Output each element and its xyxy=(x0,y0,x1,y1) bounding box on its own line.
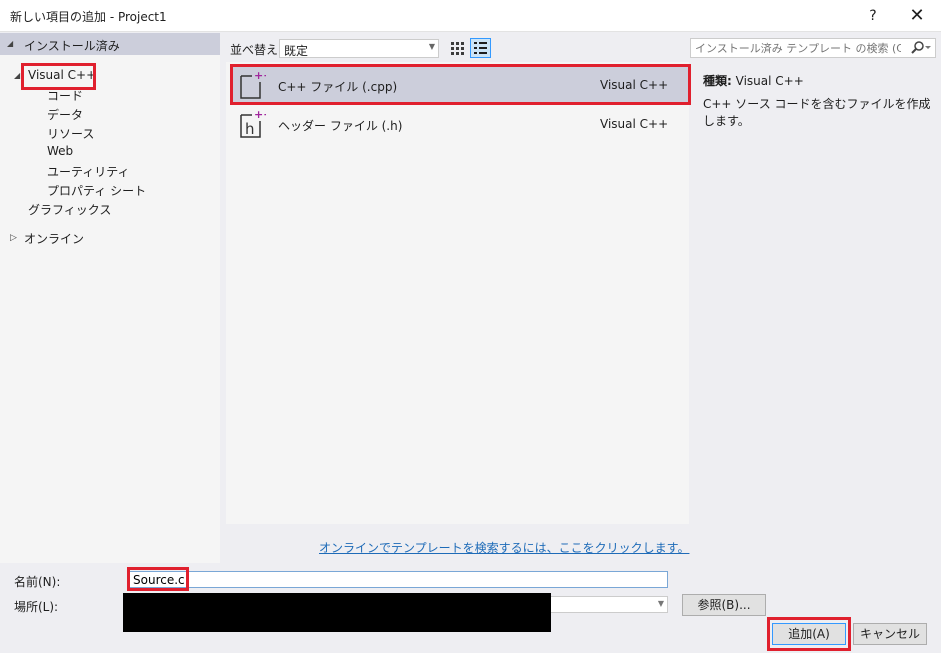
online-search-link[interactable]: オンラインでテンプレートを検索するには、ここをクリックします。 xyxy=(319,539,689,556)
template-list: ++ C++ ファイル (.cpp) Visual C++ h ++ ヘッダー … xyxy=(226,62,691,524)
close-button[interactable]: ✕ xyxy=(900,2,934,30)
search-icon[interactable] xyxy=(907,40,931,56)
expand-down-icon[interactable]: ◢ xyxy=(7,39,13,48)
tree-item-data[interactable]: データ xyxy=(47,106,83,123)
tree-item-online[interactable]: オンライン xyxy=(24,230,84,247)
tree-item-label: インストール済み xyxy=(24,39,120,53)
template-search[interactable] xyxy=(690,38,936,58)
list-view-icon xyxy=(474,42,487,54)
tree-item-web[interactable]: Web xyxy=(47,144,73,158)
list-view-button[interactable] xyxy=(470,38,491,58)
expand-right-icon[interactable]: ▷ xyxy=(10,233,17,243)
cancel-button[interactable]: キャンセル xyxy=(853,623,927,645)
template-row-header[interactable]: h ++ ヘッダー ファイル (.h) Visual C++ xyxy=(230,105,688,143)
name-field[interactable] xyxy=(128,571,668,588)
header-file-icon: h ++ xyxy=(238,108,272,139)
template-language: Visual C++ xyxy=(600,117,669,131)
svg-text:++: ++ xyxy=(254,109,266,121)
type-value: Visual C++ xyxy=(735,74,804,88)
location-label: 場所(L): xyxy=(14,600,59,614)
tree-item-installed[interactable]: ◢ インストール済み xyxy=(0,33,220,55)
tree-item-resource[interactable]: リソース xyxy=(47,125,94,142)
sort-select[interactable]: 既定 ▼ xyxy=(279,39,439,58)
window-title: 新しい項目の追加 - Project1 xyxy=(10,10,167,24)
redaction-block xyxy=(123,593,551,632)
name-label: 名前(N): xyxy=(14,575,61,589)
expand-down-icon[interactable]: ◢ xyxy=(14,71,20,80)
sort-label: 並べ替え: xyxy=(230,43,283,57)
grid-view-button[interactable] xyxy=(447,38,467,58)
help-button[interactable]: ? xyxy=(858,4,888,28)
description-text: C++ ソース コードを含むファイルを作成します。 xyxy=(703,97,931,128)
sort-value: 既定 xyxy=(284,44,309,58)
highlight-box xyxy=(767,617,851,651)
grid-view-icon xyxy=(451,42,464,55)
title-bar: 新しい項目の追加 - Project1 ? ✕ xyxy=(0,0,941,32)
category-tree: ◢ インストール済み ◢ Visual C++ コード データ リソース Web… xyxy=(0,33,220,563)
chevron-down-icon: ▼ xyxy=(428,42,435,51)
browse-button[interactable]: 参照(B)... xyxy=(682,594,766,616)
tree-item-property-sheet[interactable]: プロパティ シート xyxy=(47,182,146,199)
highlight-box xyxy=(230,64,691,105)
highlight-box xyxy=(127,567,189,591)
tree-item-utility[interactable]: ユーティリティ xyxy=(47,163,130,180)
highlight-box xyxy=(21,63,96,90)
template-name: ヘッダー ファイル (.h) xyxy=(278,119,403,133)
search-input[interactable] xyxy=(693,40,903,56)
svg-text:h: h xyxy=(245,120,255,138)
tree-item-code[interactable]: コード xyxy=(47,87,83,104)
type-label: 種類: xyxy=(703,74,732,88)
chevron-down-icon[interactable]: ▼ xyxy=(658,599,664,608)
description-type: 種類: Visual C++ xyxy=(703,72,804,89)
tree-item-graphics[interactable]: グラフィックス xyxy=(28,201,111,218)
